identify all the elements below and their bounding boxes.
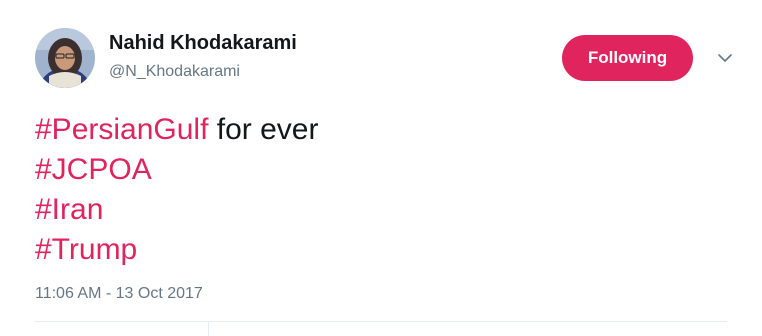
chevron-down-icon	[718, 54, 732, 62]
tweet-card: Nahid Khodakarami @N_Khodakarami Followi…	[0, 0, 762, 336]
tweet-line: #Iran	[35, 190, 318, 230]
user-avatar-photo-icon	[35, 28, 95, 88]
user-handle[interactable]: @N_Khodakarami	[109, 62, 297, 82]
divider	[208, 321, 209, 336]
tweet-line: #JCPOA	[35, 150, 318, 190]
hashtag-link[interactable]: #JCPOA	[35, 153, 152, 186]
user-info: Nahid Khodakarami @N_Khodakarami	[109, 30, 297, 82]
divider	[35, 321, 727, 322]
avatar[interactable]	[35, 28, 95, 88]
tweet-text: #PersianGulf for ever #JCPOA #Iran #Trum…	[35, 110, 318, 270]
tweet-line-text: for ever	[208, 113, 319, 146]
hashtag-link[interactable]: #Iran	[35, 193, 103, 226]
following-button[interactable]: Following	[562, 35, 693, 81]
hashtag-link[interactable]: #Trump	[35, 233, 137, 266]
more-options-button[interactable]	[715, 50, 735, 66]
hashtag-link[interactable]: #PersianGulf	[35, 113, 208, 146]
tweet-line: #Trump	[35, 230, 318, 270]
tweet-timestamp[interactable]: 11:06 AM - 13 Oct 2017	[35, 283, 203, 305]
tweet-line: #PersianGulf for ever	[35, 110, 318, 150]
display-name[interactable]: Nahid Khodakarami	[109, 30, 297, 56]
